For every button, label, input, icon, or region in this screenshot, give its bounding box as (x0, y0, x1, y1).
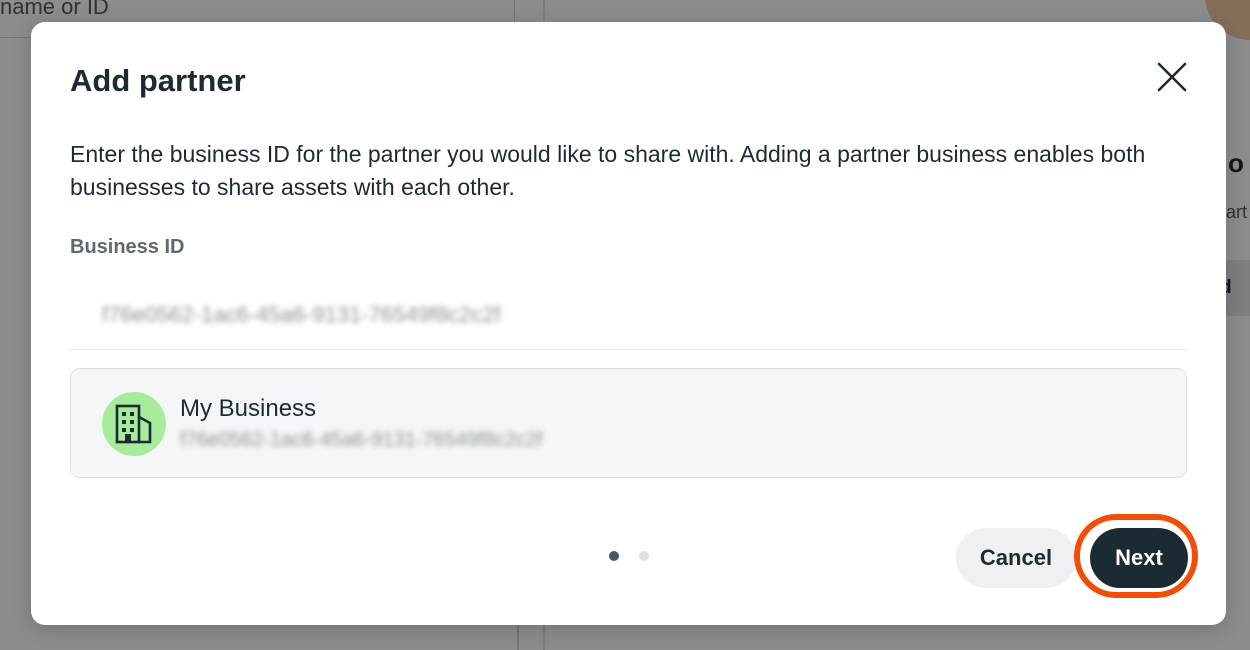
close-button[interactable] (1151, 56, 1193, 98)
business-name: My Business (180, 395, 317, 422)
business-id-input[interactable]: f76e0562-1ac6-45a6-9131-76549f8c2c2f (70, 280, 1186, 350)
building-icon (115, 404, 152, 444)
business-suggestion-item[interactable]: My Business f76e0562-1ac6-45a6-9131-7654… (70, 368, 1187, 478)
add-partner-dialog: Add partner Enter the business ID for th… (31, 22, 1226, 625)
next-button[interactable]: Next (1090, 528, 1188, 588)
close-icon (1157, 62, 1187, 92)
pager-dot-active (609, 551, 619, 561)
dialog-description: Enter the business ID for the partner yo… (70, 141, 1146, 200)
business-id-label: Business ID (70, 236, 185, 258)
business-id-input-value: f76e0562-1ac6-45a6-9131-76549f8c2c2f (102, 302, 501, 327)
business-avatar (102, 392, 166, 456)
pager-dot-inactive (639, 551, 649, 561)
business-id-value: f76e0562-1ac6-45a6-9131-76549f8c2c2f (180, 429, 543, 451)
cancel-button[interactable]: Cancel (956, 528, 1076, 588)
dialog-title: Add partner (70, 63, 246, 98)
